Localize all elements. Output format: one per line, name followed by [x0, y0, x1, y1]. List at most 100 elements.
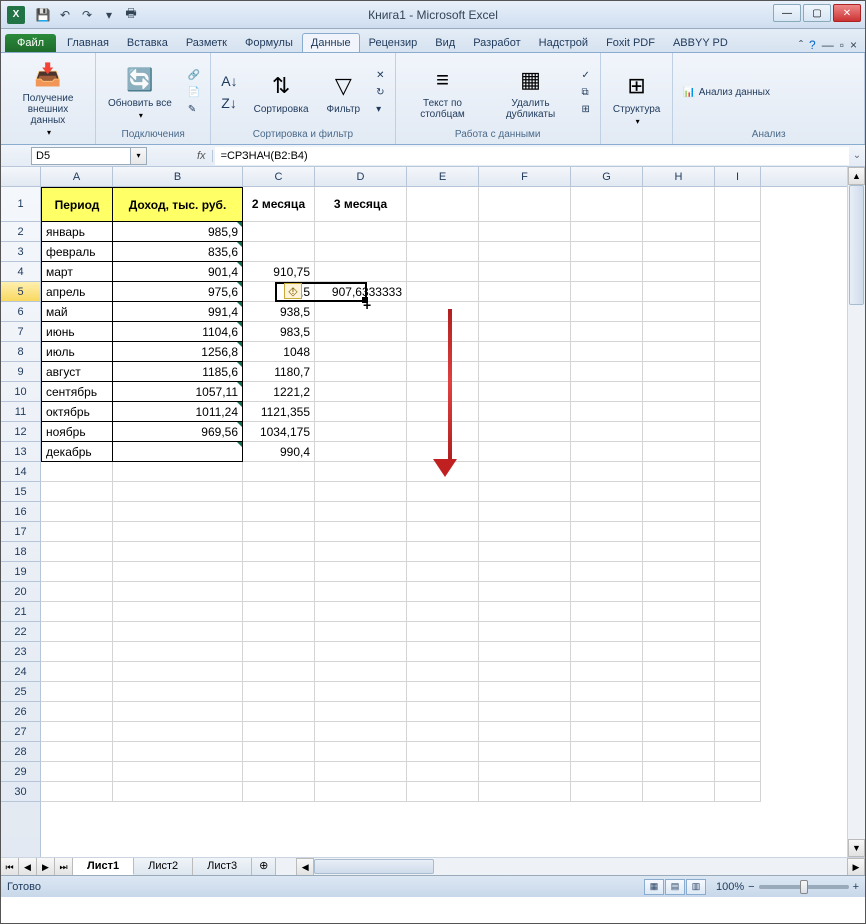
cell[interactable] — [315, 622, 407, 642]
row-header-3[interactable]: 3 — [1, 242, 40, 262]
error-smart-tag[interactable] — [284, 283, 302, 299]
cell[interactable] — [479, 402, 571, 422]
cell[interactable] — [643, 722, 715, 742]
cell[interactable] — [715, 342, 761, 362]
col-header-I[interactable]: I — [715, 167, 761, 186]
cell[interactable] — [315, 502, 407, 522]
clear-filter-button[interactable]: ✕ — [372, 68, 388, 83]
formula-expand-icon[interactable]: ⌄ — [849, 150, 865, 161]
cell[interactable] — [407, 502, 479, 522]
cell[interactable]: июль — [41, 342, 113, 362]
row-header-11[interactable]: 11 — [1, 402, 40, 422]
cell[interactable] — [243, 482, 315, 502]
cell[interactable] — [643, 622, 715, 642]
tab-developer[interactable]: Разработ — [464, 33, 529, 52]
cell[interactable] — [643, 582, 715, 602]
grid[interactable]: ПериодДоход, тыс. руб.2 месяца3 месяцаян… — [41, 187, 847, 857]
cell[interactable] — [315, 382, 407, 402]
new-sheet-button[interactable]: ⊕ — [252, 858, 276, 875]
cell[interactable] — [715, 522, 761, 542]
cell[interactable] — [315, 642, 407, 662]
cell[interactable] — [407, 582, 479, 602]
window-close-icon[interactable]: × — [850, 38, 857, 52]
cell[interactable] — [243, 682, 315, 702]
cell[interactable] — [715, 187, 761, 222]
cell[interactable] — [571, 782, 643, 802]
name-box[interactable]: D5 — [31, 147, 131, 165]
undo-icon[interactable]: ↶ — [55, 5, 75, 25]
cell[interactable]: 1011,24 — [113, 402, 243, 422]
row-header-7[interactable]: 7 — [1, 322, 40, 342]
cell[interactable] — [113, 502, 243, 522]
cell[interactable]: декабрь — [41, 442, 113, 462]
cell[interactable] — [571, 382, 643, 402]
cell[interactable] — [643, 382, 715, 402]
vertical-scrollbar[interactable]: ▲ ▼ — [847, 167, 865, 857]
fx-icon[interactable]: fx — [197, 150, 213, 162]
sort-button[interactable]: ⇅ Сортировка — [248, 66, 315, 119]
cell[interactable] — [715, 322, 761, 342]
cell[interactable] — [407, 482, 479, 502]
help-icon[interactable]: ? — [809, 38, 816, 52]
cell[interactable] — [479, 362, 571, 382]
tab-view[interactable]: Вид — [426, 33, 464, 52]
cell[interactable] — [407, 442, 479, 462]
cell[interactable] — [479, 642, 571, 662]
cell[interactable] — [571, 422, 643, 442]
cell[interactable] — [571, 542, 643, 562]
cell[interactable]: 1185,6 — [113, 362, 243, 382]
cell[interactable] — [407, 662, 479, 682]
cell[interactable] — [407, 382, 479, 402]
cell[interactable] — [571, 722, 643, 742]
cell[interactable] — [715, 422, 761, 442]
cell[interactable] — [315, 682, 407, 702]
cell[interactable] — [407, 422, 479, 442]
cell[interactable] — [571, 242, 643, 262]
cell[interactable]: февраль — [41, 242, 113, 262]
tab-review[interactable]: Рецензир — [360, 33, 427, 52]
cell[interactable] — [41, 522, 113, 542]
cell[interactable] — [243, 242, 315, 262]
cell[interactable] — [479, 522, 571, 542]
sheet-nav-next[interactable]: ▶ — [37, 858, 55, 875]
cell[interactable] — [715, 782, 761, 802]
cell[interactable] — [571, 402, 643, 422]
row-header-30[interactable]: 30 — [1, 782, 40, 802]
cell[interactable] — [479, 542, 571, 562]
cell[interactable] — [315, 602, 407, 622]
cell[interactable] — [41, 762, 113, 782]
cell[interactable] — [41, 722, 113, 742]
cell[interactable] — [571, 682, 643, 702]
cell[interactable] — [715, 662, 761, 682]
cell[interactable] — [315, 742, 407, 762]
cell[interactable]: 2 месяца — [243, 187, 315, 222]
cell[interactable] — [113, 642, 243, 662]
cell[interactable] — [113, 522, 243, 542]
cell[interactable] — [41, 662, 113, 682]
cell[interactable] — [715, 602, 761, 622]
scroll-h-thumb[interactable] — [314, 859, 434, 874]
whatif-button[interactable]: ⊞ — [578, 102, 594, 117]
cell[interactable] — [243, 762, 315, 782]
sheet-nav-last[interactable]: ⏭ — [55, 858, 73, 875]
cell[interactable] — [643, 322, 715, 342]
cell[interactable] — [315, 262, 407, 282]
cell[interactable]: 985,9 — [113, 222, 243, 242]
consolidate-button[interactable]: ⧉ — [578, 85, 594, 100]
cell[interactable] — [715, 642, 761, 662]
cell[interactable] — [407, 702, 479, 722]
cell[interactable] — [643, 742, 715, 762]
fill-handle[interactable] — [362, 297, 368, 303]
cell[interactable] — [315, 442, 407, 462]
cell[interactable] — [571, 502, 643, 522]
cell[interactable]: 1034,175 — [243, 422, 315, 442]
cell[interactable] — [113, 662, 243, 682]
cell[interactable] — [715, 462, 761, 482]
cell[interactable] — [715, 382, 761, 402]
cell[interactable] — [571, 762, 643, 782]
cell[interactable] — [479, 262, 571, 282]
cell[interactable] — [643, 262, 715, 282]
scroll-left-button[interactable]: ◀ — [296, 858, 314, 875]
row-header-23[interactable]: 23 — [1, 642, 40, 662]
cell[interactable] — [715, 562, 761, 582]
